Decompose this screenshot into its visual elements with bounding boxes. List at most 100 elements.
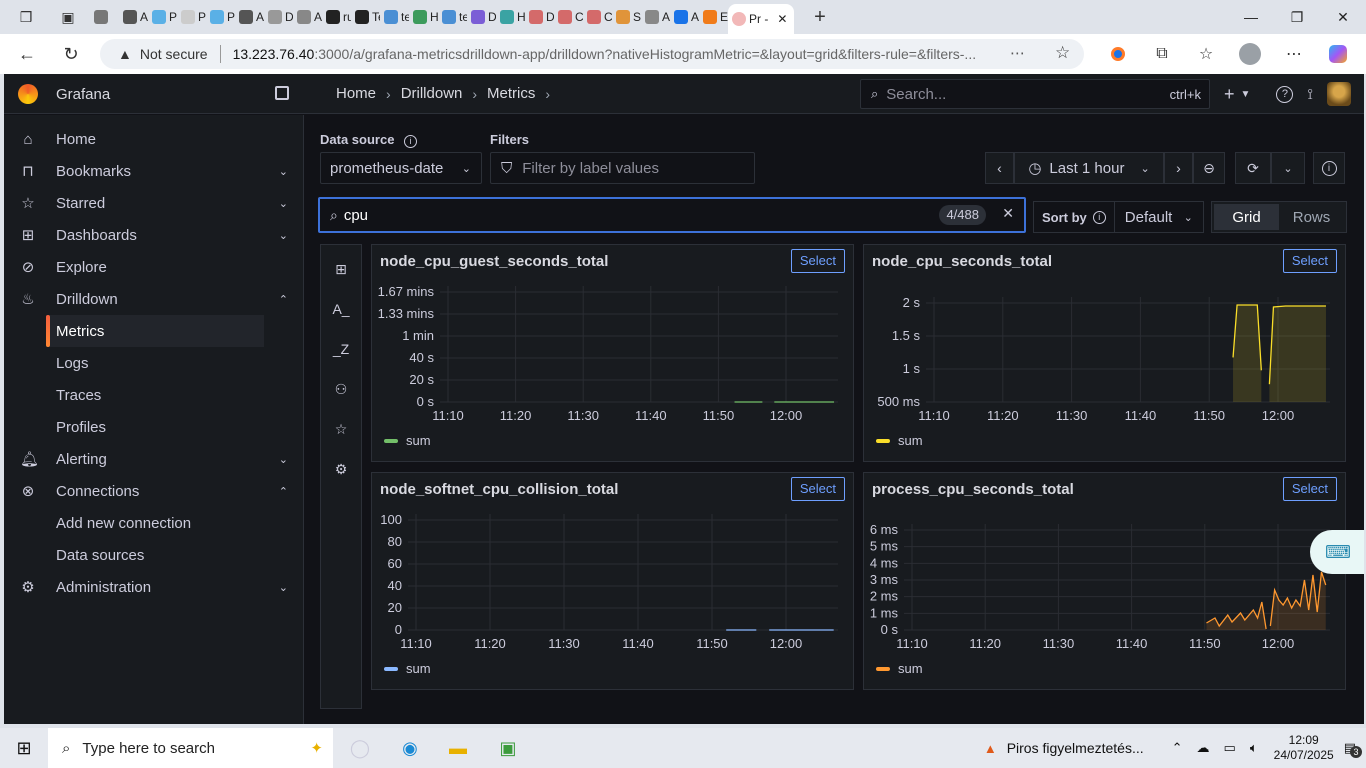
zoom-out-button[interactable]: ⊖: [1193, 152, 1225, 184]
browser-tab[interactable]: D: [264, 4, 293, 30]
info-icon[interactable]: i: [404, 135, 418, 148]
sidebar-item-explore[interactable]: ⊘ Explore: [4, 251, 304, 283]
breadcrumb-home[interactable]: Home: [336, 85, 376, 102]
browser-tab[interactable]: A\: [235, 4, 264, 30]
info-button[interactable]: i: [1313, 152, 1345, 184]
prefix-filter-icon[interactable]: A_: [321, 301, 361, 317]
sidebar-item-bookmarks[interactable]: ⊓ Bookmarks ⌄: [4, 155, 304, 187]
sidebar-item-dashboards[interactable]: ⊞ Dashboards ⌄: [4, 219, 304, 251]
sidebar-item-connections[interactable]: ⊗ Connections ⌃: [4, 475, 304, 507]
browser-tab[interactable]: D: [525, 4, 554, 30]
group-by-label-icon[interactable]: ⚇: [321, 381, 361, 398]
browser-tab[interactable]: te: [438, 4, 467, 30]
time-forward-button[interactable]: ›: [1164, 152, 1193, 184]
browser-tab[interactable]: Te: [351, 4, 380, 30]
chevron-down-icon[interactable]: ▼: [1241, 89, 1251, 100]
select-metric-button[interactable]: Select: [790, 477, 845, 501]
close-window-icon[interactable]: ✕: [1320, 0, 1366, 34]
browser-tab[interactable]: Cl: [554, 4, 583, 30]
sidebar-item-home[interactable]: ⌂ Home: [4, 123, 304, 155]
file-explorer-icon[interactable]: ▬: [434, 728, 482, 768]
legend[interactable]: sum: [384, 433, 431, 448]
taskbar-search[interactable]: ⌕ Type here to search ✦: [48, 728, 333, 768]
browser-tab[interactable]: A\: [293, 4, 322, 30]
url-field[interactable]: ▲ Not secure 13.223.76.40 :3000/a/grafan…: [100, 39, 1084, 69]
sidebar-item-alerting[interactable]: 🔔︎ Alerting ⌄: [4, 443, 304, 475]
sort-select[interactable]: Default ⌄: [1115, 202, 1203, 232]
info-icon[interactable]: i: [1092, 210, 1106, 224]
dock-menu-icon[interactable]: [275, 86, 289, 100]
sidebar-item-administration[interactable]: ⚙ Administration ⌄: [4, 571, 304, 603]
profile-icon[interactable]: [1228, 43, 1272, 65]
extension-color-icon[interactable]: [1096, 47, 1140, 61]
app-icon[interactable]: ▣: [484, 728, 532, 768]
network-icon[interactable]: ☁: [1197, 740, 1210, 756]
time-back-button[interactable]: ‹: [985, 152, 1014, 184]
browser-tab[interactable]: EC: [699, 4, 728, 30]
time-range-picker[interactable]: ◷ Last 1 hour ⌄: [1014, 152, 1164, 184]
tab-actions-icon[interactable]: ▣: [56, 5, 80, 29]
edge-icon[interactable]: ◉: [386, 728, 434, 768]
sidebar-item-traces[interactable]: Traces: [4, 379, 304, 411]
back-icon[interactable]: ←: [12, 39, 42, 69]
select-metric-button[interactable]: Select: [1282, 477, 1337, 501]
news-icon[interactable]: ⟟: [1307, 86, 1313, 103]
global-search[interactable]: ⌕ Search... ctrl+k: [860, 79, 1210, 109]
sidebar-item-drilldown[interactable]: ♨ Drilldown ⌃: [4, 283, 304, 315]
layout-grid-button[interactable]: Grid: [1214, 204, 1279, 230]
browser-tab[interactable]: te: [380, 4, 409, 30]
browser-tab[interactable]: Cr: [583, 4, 612, 30]
browser-tab[interactable]: A:: [641, 4, 670, 30]
sidebar-item-data-sources[interactable]: Data sources: [4, 539, 304, 571]
workspaces-icon[interactable]: ❒: [14, 5, 38, 29]
browser-tab[interactable]: Am: [670, 4, 699, 30]
chevron-up-icon[interactable]: ⌃: [279, 293, 288, 306]
browser-tab[interactable]: D: [467, 4, 496, 30]
chevron-down-icon[interactable]: ⌄: [279, 197, 288, 210]
browser-tab[interactable]: A\: [119, 4, 148, 30]
rules-filter-icon[interactable]: ⊞: [321, 261, 361, 278]
feedback-icon[interactable]: ⌨: [1310, 530, 1364, 574]
browser-tab[interactable]: Pl: [148, 4, 177, 30]
metric-search-input[interactable]: ⌕ cpu 4/488 ✕: [318, 197, 1026, 233]
legend[interactable]: sum: [384, 661, 431, 676]
browser-tab[interactable]: ru: [322, 4, 351, 30]
new-plus-icon[interactable]: +: [1224, 84, 1235, 105]
refresh-button[interactable]: ⟳: [1235, 152, 1271, 184]
select-metric-button[interactable]: Select: [790, 249, 845, 273]
layout-rows-button[interactable]: Rows: [1279, 204, 1344, 230]
browser-tab[interactable]: Pl: [206, 4, 235, 30]
new-tab-icon[interactable]: +: [808, 5, 832, 29]
browser-tab[interactable]: Pr: [177, 4, 206, 30]
suffix-filter-icon[interactable]: _Z: [321, 341, 361, 357]
breadcrumb-metrics[interactable]: Metrics: [487, 85, 535, 102]
legend[interactable]: sum: [876, 433, 923, 448]
battery-icon[interactable]: ▭: [1224, 740, 1236, 756]
chevron-down-icon[interactable]: ⌄: [279, 581, 288, 594]
sidebar-item-profiles[interactable]: Profiles: [4, 411, 304, 443]
browser-tab-active[interactable]: Pr - ✕: [728, 4, 794, 34]
chevron-down-icon[interactable]: ⌄: [279, 165, 288, 178]
sidebar-item-add-new-connection[interactable]: Add new connection: [4, 507, 304, 539]
help-icon[interactable]: ?: [1276, 85, 1294, 103]
clear-search-icon[interactable]: ✕: [1002, 205, 1014, 222]
chevron-down-icon[interactable]: ⌄: [279, 453, 288, 466]
windows-start-icon[interactable]: ⊞: [0, 728, 48, 768]
legend[interactable]: sum: [876, 661, 923, 676]
select-metric-button[interactable]: Select: [1282, 249, 1337, 273]
avatar[interactable]: [1327, 82, 1352, 106]
chevron-up-icon[interactable]: ⌃: [279, 485, 288, 498]
breadcrumb-drilldown[interactable]: Drilldown: [401, 85, 463, 102]
browser-tab[interactable]: H: [409, 4, 438, 30]
chevron-up-icon[interactable]: ⌃: [1172, 740, 1183, 756]
minimize-icon[interactable]: —: [1228, 0, 1274, 34]
bookmarks-star-icon[interactable]: ☆: [321, 421, 361, 438]
notifications-icon[interactable]: ▤ 3: [1344, 740, 1362, 758]
grafana-logo-icon[interactable]: [18, 84, 38, 104]
volume-icon[interactable]: 🔈︎: [1250, 740, 1258, 756]
datasource-select[interactable]: prometheus-date ⌄: [320, 152, 482, 184]
copilot-icon[interactable]: [1316, 45, 1360, 63]
settings-menu-icon[interactable]: ⋯: [1272, 44, 1316, 64]
favorite-star-icon[interactable]: ☆: [1055, 43, 1070, 63]
close-tab-icon[interactable]: ✕: [777, 12, 787, 26]
